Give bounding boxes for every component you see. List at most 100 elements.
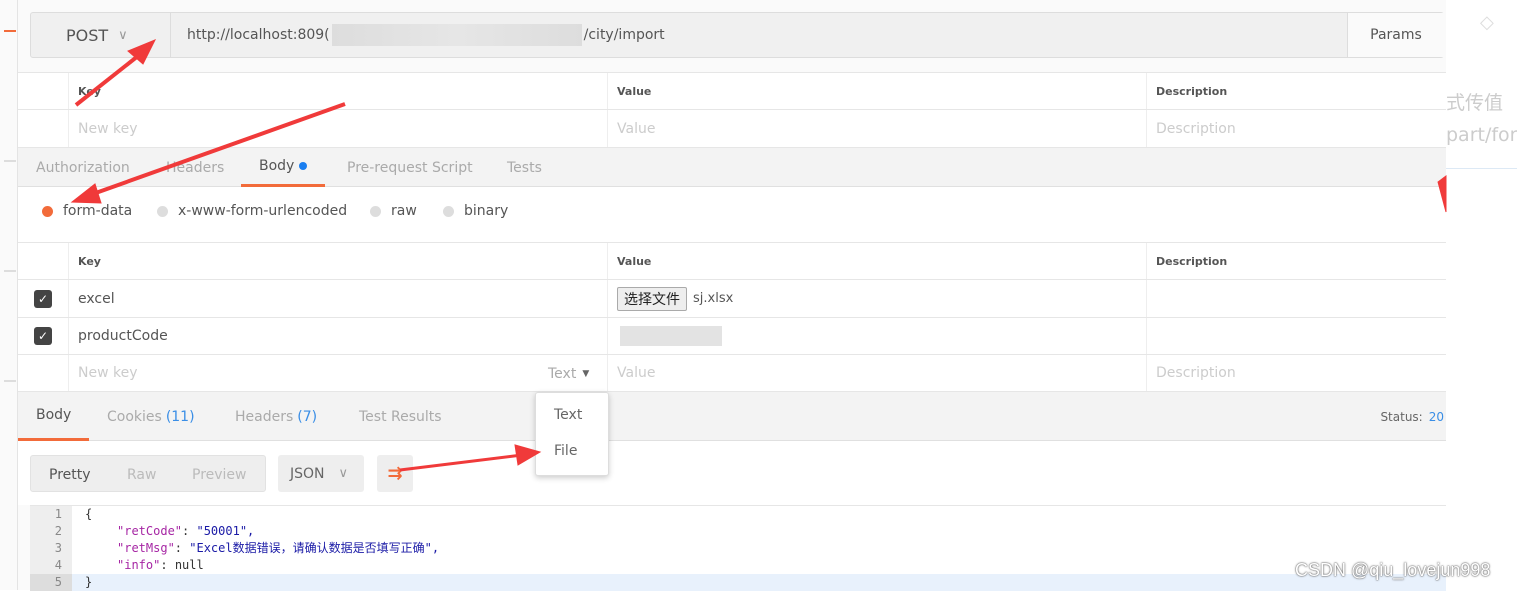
radio-icon (370, 205, 381, 217)
active-marker (4, 30, 16, 32)
file-name: sj.xlsx (693, 291, 734, 306)
code-line: { (85, 507, 93, 521)
radio-urlencoded[interactable]: x-www-form-urlencoded (157, 203, 347, 219)
divider (4, 270, 16, 272)
header-spacer (18, 243, 68, 279)
left-sidebar-edge (0, 0, 18, 590)
header-value: Value (607, 73, 1146, 109)
line-number: 2 (30, 523, 72, 540)
code-line: "retCode": "50001", (117, 524, 255, 538)
params-new-row: New key Value Description (18, 110, 1446, 148)
json-value: "50001", (196, 524, 255, 538)
new-key-input[interactable]: New key (68, 110, 607, 147)
modified-dot-icon (299, 162, 308, 170)
divider (4, 160, 16, 162)
method-select[interactable]: POST ∨ (31, 13, 171, 57)
params-button[interactable]: Params (1347, 13, 1444, 57)
value-input[interactable]: Value (607, 110, 1146, 147)
caret-down-icon: ▼ (582, 368, 590, 379)
response-toolbar: Pretty Raw Preview JSON ∨ ⇉ (18, 441, 1446, 505)
form-header-row: Key Value Description (18, 242, 1446, 280)
pretty-button[interactable]: Pretty (49, 456, 91, 493)
dropdown-option-text[interactable]: Text (554, 407, 582, 423)
radio-raw[interactable]: raw (370, 203, 417, 219)
json-value: null (174, 558, 204, 572)
tab-body[interactable]: Body (241, 148, 326, 187)
radio-icon (443, 205, 454, 217)
key-input[interactable]: productCode (68, 318, 607, 354)
tab-label: Headers (235, 408, 294, 425)
status-label: Status: (1380, 409, 1423, 424)
response-code-editor[interactable]: 1 { 2 "retCode": "50001", 3 "retMsg": "E… (30, 505, 1446, 591)
checkbox-cell: ✓ (18, 318, 68, 354)
dropdown-option-file[interactable]: File (554, 443, 577, 459)
language-select[interactable]: JSON ∨ (278, 455, 364, 492)
tab-tests[interactable]: Tests (507, 148, 542, 187)
preview-button[interactable]: Preview (192, 456, 247, 493)
value-input[interactable] (607, 318, 1146, 354)
row-spacer (18, 355, 68, 391)
value-cell: 选择文件 sj.xlsx (607, 280, 1146, 317)
divider (1446, 168, 1517, 169)
value-input[interactable]: Value (607, 355, 1146, 391)
radio-label: binary (464, 203, 509, 219)
line-number: 1 (30, 506, 72, 523)
key-input[interactable]: excel (68, 280, 607, 317)
radio-label: raw (391, 203, 417, 219)
type-dropdown-menu: Text File (535, 392, 609, 476)
line-number: 4 (30, 557, 72, 574)
request-bar: POST ∨ http://localhost:809(/city/import … (30, 12, 1444, 58)
chevron-down-icon: ∨ (118, 27, 128, 43)
tab-authorization[interactable]: Authorization (36, 148, 130, 187)
type-select[interactable]: Text ▼ (548, 355, 589, 392)
postman-request-panel: POST ∨ http://localhost:809(/city/import … (18, 0, 1446, 591)
raw-button[interactable]: Raw (127, 456, 156, 493)
method-label: POST (66, 25, 109, 45)
redacted-region (331, 24, 582, 46)
code-line: } (85, 575, 93, 589)
status-indicator: Status: 20 (1380, 392, 1444, 441)
choose-file-button[interactable]: 选择文件 (617, 286, 687, 311)
json-value: "Excel数据错误，请确认数据是否填写正确", (189, 541, 440, 555)
language-label: JSON (290, 465, 325, 482)
header-value: Value (607, 243, 1146, 279)
checkbox[interactable]: ✓ (34, 327, 52, 345)
header-spacer (18, 73, 68, 109)
description-input[interactable] (1146, 318, 1446, 354)
request-tabs: Authorization Headers Body Pre-request S… (18, 148, 1446, 187)
tab-pre-request-script[interactable]: Pre-request Script (347, 148, 473, 187)
tag-icon: ◇ (1480, 12, 1494, 33)
header-key: Key (68, 243, 607, 279)
table-row: ✓ productCode (18, 318, 1446, 355)
background-text: 式传值 (1446, 92, 1504, 114)
radio-label: form-data (63, 203, 133, 219)
checkbox[interactable]: ✓ (34, 289, 52, 308)
format-toggle: Pretty Raw Preview (30, 455, 266, 492)
line-number: 5 (30, 574, 72, 591)
tab-cookies[interactable]: Cookies (11) (107, 392, 195, 441)
line-number: 3 (30, 540, 72, 557)
radio-selected-icon (42, 205, 53, 217)
radio-form-data[interactable]: form-data (42, 203, 132, 219)
tab-body-label: Body (259, 158, 295, 174)
tab-test-results[interactable]: Test Results (359, 392, 442, 441)
description-input[interactable]: Description (1146, 355, 1446, 391)
new-form-row: New key Text ▼ Value Description (18, 355, 1446, 392)
status-value: 20 (1428, 409, 1444, 424)
body-mode-radios: form-data x-www-form-urlencoded raw bina… (18, 187, 1446, 242)
url-input[interactable]: http://localhost:809(/city/import (171, 13, 1347, 57)
active-line-highlight (72, 574, 1446, 591)
code-line: "retMsg": "Excel数据错误，请确认数据是否填写正确", (117, 541, 440, 555)
wrap-lines-icon[interactable]: ⇉ (377, 455, 413, 492)
background-page: 式传值 part/forr ◇ (1446, 0, 1517, 590)
tab-response-body[interactable]: Body (18, 392, 90, 441)
radio-binary[interactable]: binary (443, 203, 508, 219)
description-input[interactable]: Description (1146, 110, 1446, 147)
new-key-input[interactable]: New key (68, 355, 607, 391)
tab-label: Cookies (107, 408, 162, 425)
url-prefix: http://localhost:809( (187, 27, 330, 43)
tab-headers[interactable]: Headers (166, 148, 224, 187)
radio-icon (157, 205, 168, 217)
description-input[interactable] (1146, 280, 1446, 317)
tab-response-headers[interactable]: Headers (7) (235, 392, 317, 441)
